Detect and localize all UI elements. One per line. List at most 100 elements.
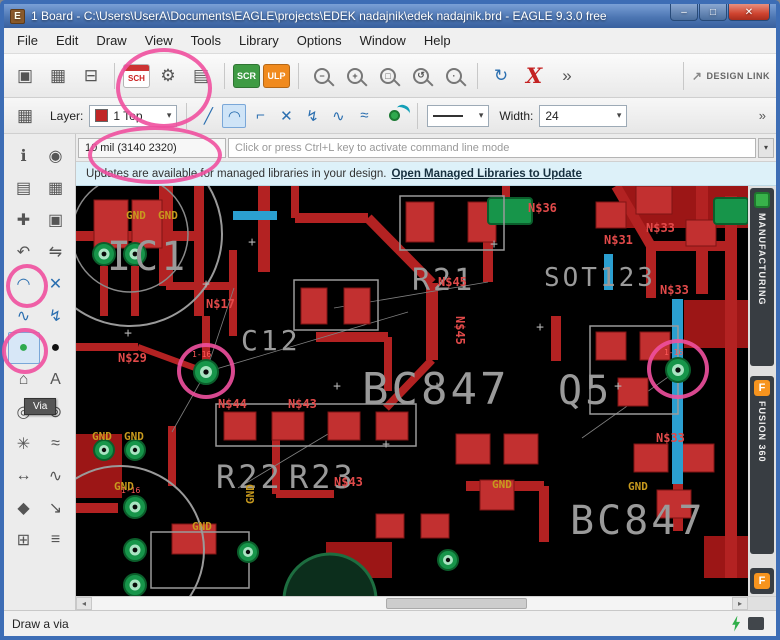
scrollbar-thumb[interactable] xyxy=(386,598,528,609)
menu-library[interactable]: Library xyxy=(230,30,288,51)
smd-pad[interactable] xyxy=(595,331,627,361)
board-canvas[interactable]: + + + + + + + + +1-16 1-16 1-16 IC1 R21 SOT123 C12 BC84… xyxy=(76,186,748,596)
bottom-layer-trace[interactable] xyxy=(233,211,277,220)
print-icon[interactable]: ⊟ xyxy=(76,61,106,91)
smd-pad[interactable] xyxy=(375,513,405,539)
smd-pad[interactable] xyxy=(223,411,257,441)
tab-fusion-360[interactable]: F FUSION 360 xyxy=(750,376,774,554)
feedback-icon[interactable] xyxy=(748,617,764,630)
move-tool[interactable]: ✚ xyxy=(8,204,40,236)
zoom-grid-tool[interactable]: ⊞ xyxy=(8,524,40,556)
smd-pad[interactable] xyxy=(375,411,409,441)
bend-arc-icon[interactable]: ◠ xyxy=(222,103,247,128)
zoom-in-icon[interactable]: + xyxy=(340,61,370,91)
scroll-left-arrow[interactable]: ◂ xyxy=(76,597,92,610)
smd-pad[interactable] xyxy=(503,433,539,465)
zoom-out-icon[interactable]: − xyxy=(307,61,337,91)
smd-pad[interactable] xyxy=(271,411,305,441)
run-ulp-button[interactable]: ULP xyxy=(263,63,290,88)
menu-lines-tool[interactable]: ≡ xyxy=(40,524,72,556)
route-tool-icon[interactable] xyxy=(380,104,408,128)
maximize-button[interactable]: □ xyxy=(699,4,727,21)
design-link-button[interactable]: ↗ DESIGN LINK xyxy=(682,61,770,90)
green-pad[interactable] xyxy=(713,197,748,225)
split-tool[interactable]: ✕ xyxy=(40,268,72,300)
smd-pad[interactable] xyxy=(343,287,371,325)
stop-icon[interactable]: X xyxy=(519,61,549,91)
grid-button[interactable]: ▦ xyxy=(10,101,40,131)
export-tool[interactable]: ↘ xyxy=(40,492,72,524)
run-script-button[interactable]: SCR xyxy=(233,63,260,88)
smd-pad[interactable] xyxy=(455,433,491,465)
toolbar-overflow-icon[interactable]: » xyxy=(552,61,582,91)
tab-manufacturing[interactable]: MANUFACTURING xyxy=(750,188,774,366)
rotate-tool[interactable]: ↶ xyxy=(8,236,40,268)
zoom-redraw-icon[interactable]: ↺ xyxy=(406,61,436,91)
route-tool[interactable]: ∿ xyxy=(8,300,40,332)
bend-miter-icon[interactable]: ╱ xyxy=(196,104,220,128)
fusion-bottom-button[interactable]: F xyxy=(750,568,774,594)
menu-file[interactable]: File xyxy=(8,30,47,51)
show-tool[interactable]: ◉ xyxy=(40,140,72,172)
titlebar[interactable]: E 1 Board - C:\Users\UserA\Documents\EAG… xyxy=(4,4,776,28)
menu-window[interactable]: Window xyxy=(351,30,415,51)
switch-to-schematic-icon[interactable]: SCH xyxy=(123,63,150,88)
smd-pad[interactable] xyxy=(405,201,435,243)
smd-pad[interactable] xyxy=(679,443,715,473)
zoom-select-icon[interactable]: · xyxy=(439,61,469,91)
ripup-tool[interactable]: ↯ xyxy=(40,300,72,332)
minimize-button[interactable]: – xyxy=(670,4,698,21)
smd-pad[interactable] xyxy=(633,443,669,473)
sync-lightning-icon[interactable] xyxy=(732,615,741,632)
menu-options[interactable]: Options xyxy=(288,30,351,51)
wire-style-dropdown[interactable]: ▾ xyxy=(427,104,490,127)
info-tool[interactable]: ℹ xyxy=(8,140,40,172)
cube-3d-tool[interactable]: ◆ xyxy=(8,492,40,524)
dimension-tool[interactable]: ↔ xyxy=(8,460,40,492)
zoom-fit-icon[interactable]: □ xyxy=(373,61,403,91)
ratsnest-tool[interactable]: ✳ xyxy=(8,428,40,460)
close-button[interactable]: ✕ xyxy=(728,4,770,21)
grid-dots-tool[interactable]: ▦ xyxy=(40,172,72,204)
via-tool[interactable]: ● xyxy=(7,332,40,364)
width-dropdown[interactable]: 24 ▾ xyxy=(539,104,628,127)
toolbar2-overflow-icon[interactable]: » xyxy=(759,108,770,123)
wire-tool[interactable]: ◠ xyxy=(8,268,40,300)
smd-pad[interactable] xyxy=(300,287,328,325)
copper-pour[interactable] xyxy=(684,300,748,348)
smd-pad[interactable] xyxy=(617,377,649,407)
copy-tool[interactable]: ▣ xyxy=(40,204,72,236)
menu-view[interactable]: View xyxy=(136,30,182,51)
miter-cut-icon[interactable]: ✕ xyxy=(274,104,298,128)
polygon-tool[interactable]: ⌂ xyxy=(8,364,40,396)
cam-processor-icon[interactable]: ⚙ xyxy=(153,61,183,91)
menu-draw[interactable]: Draw xyxy=(87,30,135,51)
bend-arc2-icon[interactable]: ≈ xyxy=(352,104,376,128)
command-history-dropdown[interactable]: ▾ xyxy=(758,137,774,158)
green-pad[interactable] xyxy=(487,197,533,225)
scroll-right-arrow[interactable]: ▸ xyxy=(732,597,748,610)
smd-pad[interactable] xyxy=(635,186,673,215)
mirror-tool[interactable]: ⇋ xyxy=(40,236,72,268)
circle-tool[interactable]: ● xyxy=(40,332,72,364)
redraw-icon[interactable]: ↻ xyxy=(486,61,516,91)
menu-tools[interactable]: Tools xyxy=(182,30,230,51)
signal-tool[interactable]: ≈ xyxy=(40,428,72,460)
horizontal-scrollbar[interactable]: ◂ ▸ xyxy=(76,596,776,610)
update-link[interactable]: Open Managed Libraries to Update xyxy=(391,168,581,180)
save-icon[interactable]: ▦ xyxy=(43,61,73,91)
smd-pad[interactable] xyxy=(685,219,717,247)
scrollbar-track[interactable] xyxy=(92,597,732,610)
bend-free-icon[interactable]: ∿ xyxy=(326,104,350,128)
wave-tool[interactable]: ∿ xyxy=(40,460,72,492)
bend-90-icon[interactable]: ⌐ xyxy=(248,104,272,128)
layer-dropdown[interactable]: 1 Top ▾ xyxy=(89,104,178,127)
smd-pad[interactable] xyxy=(420,513,450,539)
display-layers-tool[interactable]: ▤ xyxy=(8,172,40,204)
board-manager-icon[interactable]: ▤ xyxy=(186,61,216,91)
menu-help[interactable]: Help xyxy=(415,30,460,51)
load-board-icon[interactable]: ▣ xyxy=(10,61,40,91)
command-line-input[interactable] xyxy=(228,137,756,158)
smd-pad[interactable] xyxy=(595,201,627,229)
menu-edit[interactable]: Edit xyxy=(47,30,87,51)
